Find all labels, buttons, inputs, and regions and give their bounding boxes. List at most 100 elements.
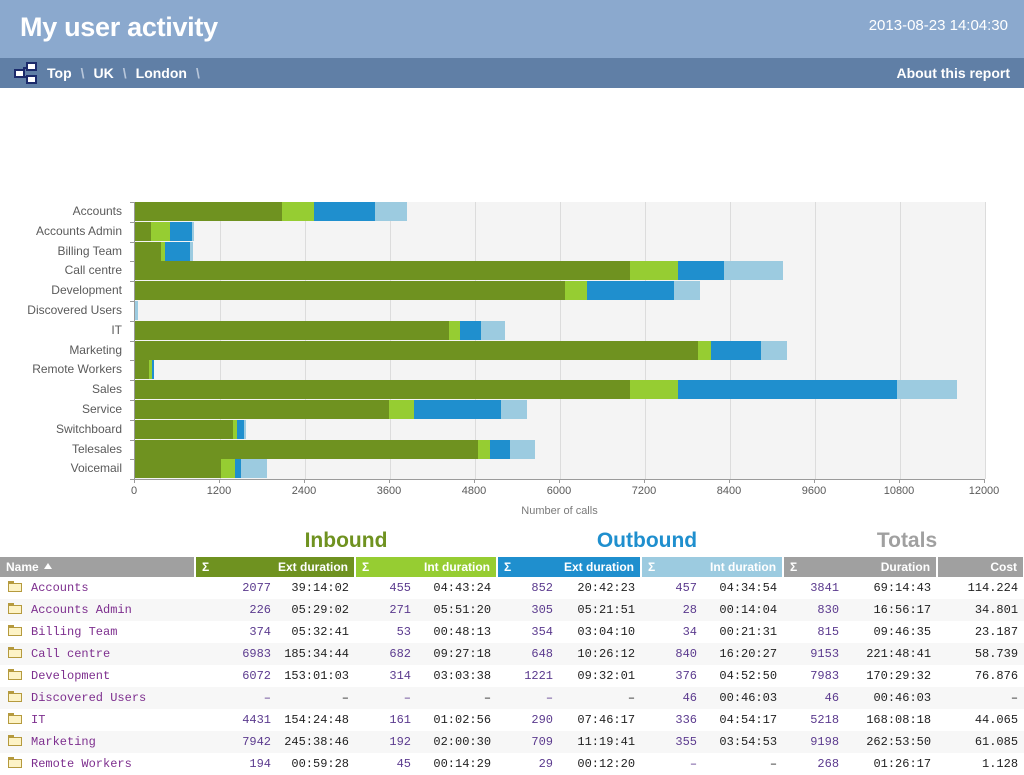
chart-category-label: Accounts (0, 202, 130, 222)
about-this-report-link[interactable]: About this report (896, 58, 1010, 88)
chart-bar-segment (282, 202, 314, 221)
sigma-icon: Σ (790, 560, 797, 574)
table-row[interactable]: Billing Team37405:32:415300:48:1335403:0… (0, 621, 1024, 643)
chart-bar (135, 459, 985, 479)
column-group-headers: InboundOutboundTotals (0, 525, 1024, 557)
chart-x-tick-label: 7200 (632, 485, 656, 497)
chart-y-tick (130, 459, 134, 460)
chart-category-label: Discovered Users (0, 301, 130, 321)
chart-category-label: Telesales (0, 440, 130, 460)
cell-outbound-ext-count: 852 (497, 577, 559, 599)
cell-inbound-ext-duration: 185:34:44 (277, 643, 355, 665)
column-header-name[interactable]: Name (0, 557, 195, 577)
cell-outbound-ext-count: 648 (497, 643, 559, 665)
chart-x-tick-label: 6000 (547, 485, 571, 497)
chart-plot-area (134, 202, 985, 479)
table-row[interactable]: IT4431154:24:4816101:02:5629007:46:17336… (0, 709, 1024, 731)
cell-outbound-int-count: 840 (641, 643, 703, 665)
row-name-cell[interactable]: Billing Team (0, 621, 195, 643)
column-header-inbound-ext-duration[interactable]: ΣExt duration (195, 557, 355, 577)
breadcrumb-item-top[interactable]: Top (44, 65, 75, 81)
folder-icon (8, 669, 22, 680)
chart-x-tick (389, 479, 390, 483)
cell-outbound-int-count: 28 (641, 599, 703, 621)
sitemap-icon[interactable] (14, 62, 38, 84)
chart-bar-segment (389, 400, 414, 419)
cell-total-cost: 23.187 (937, 621, 1024, 643)
row-name-cell[interactable]: Call centre (0, 643, 195, 665)
chart-x-tick (644, 479, 645, 483)
table-row[interactable]: Marketing7942245:38:4619202:00:3070911:1… (0, 731, 1024, 753)
cell-outbound-ext-count: 354 (497, 621, 559, 643)
chart-y-tick (130, 440, 134, 441)
chart-y-tick (130, 242, 134, 243)
cell-total-duration: 262:53:50 (845, 731, 937, 753)
column-header-label: Ext duration (564, 560, 634, 574)
cell-total-count: 46 (783, 687, 845, 709)
row-name-cell[interactable]: IT (0, 709, 195, 731)
row-name-cell[interactable]: Accounts (0, 577, 195, 599)
table-row[interactable]: Accounts Admin22605:29:0227105:51:203050… (0, 599, 1024, 621)
chart-x-tick-label: 3600 (377, 485, 401, 497)
chart-x-tick-label: 2400 (292, 485, 316, 497)
row-name-cell[interactable]: Remote Workers (0, 753, 195, 775)
table-row[interactable]: Call centre6983185:34:4468209:27:1864810… (0, 643, 1024, 665)
chart-bar-segment (135, 440, 478, 459)
column-header-totals-duration[interactable]: Σ Duration (783, 557, 937, 577)
table-row[interactable]: Accounts207739:14:0245504:43:2485220:42:… (0, 577, 1024, 599)
cell-outbound-int-count: 376 (641, 665, 703, 687)
folder-icon (8, 691, 22, 702)
chart-x-tick-label: 0 (131, 485, 137, 497)
row-name-cell[interactable]: Discovered Users (0, 687, 195, 709)
row-name-cell[interactable]: Development (0, 665, 195, 687)
cell-inbound-int-duration: 00:48:13 (417, 621, 497, 643)
chart-bar-segment (897, 380, 957, 399)
column-header-label: Cost (990, 560, 1017, 574)
column-header-outbound-ext-duration[interactable]: ΣExt duration (497, 557, 641, 577)
cell-total-duration: 00:46:03 (845, 687, 937, 709)
table-row[interactable]: Remote Workers19400:59:284500:14:292900:… (0, 753, 1024, 775)
chart-bar (135, 202, 985, 222)
column-header-label: Duration (881, 560, 930, 574)
column-header-outbound-int-duration[interactable]: ΣInt duration (641, 557, 783, 577)
cell-inbound-int-count: 455 (355, 577, 417, 599)
breadcrumb-separator: \ (196, 65, 200, 81)
cell-outbound-ext-duration: 03:04:10 (559, 621, 641, 643)
chart-category-label: Service (0, 400, 130, 420)
chart-y-tick (130, 420, 134, 421)
chart-bar-segment (135, 400, 389, 419)
cell-inbound-int-count: 161 (355, 709, 417, 731)
cell-total-cost: 114.224 (937, 577, 1024, 599)
row-name-cell[interactable]: Marketing (0, 731, 195, 753)
cell-inbound-ext-count: 374 (195, 621, 277, 643)
cell-inbound-int-count: – (355, 687, 417, 709)
chart-x-tick-label: 8400 (717, 485, 741, 497)
cell-inbound-int-duration: 00:14:29 (417, 753, 497, 775)
chart-bar-segment (481, 321, 505, 340)
cell-inbound-ext-count: 194 (195, 753, 277, 775)
cell-outbound-int-count: 336 (641, 709, 703, 731)
cell-inbound-ext-count: 6072 (195, 665, 277, 687)
breadcrumb-item-london[interactable]: London (133, 65, 190, 81)
chart-bar-segment (674, 281, 701, 300)
table-row[interactable]: Discovered Users––––––4600:46:034600:46:… (0, 687, 1024, 709)
chart-bar-segment (630, 261, 678, 280)
breadcrumb: Top \ UK \ London \ (14, 58, 200, 88)
row-name-cell[interactable]: Accounts Admin (0, 599, 195, 621)
cell-total-count: 3841 (783, 577, 845, 599)
breadcrumb-item-uk[interactable]: UK (91, 65, 117, 81)
chart-bar-segment (711, 341, 761, 360)
folder-icon (8, 713, 22, 724)
column-header-label: Int duration (424, 560, 490, 574)
cell-outbound-int-count: 46 (641, 687, 703, 709)
column-header-inbound-int-duration[interactable]: ΣInt duration (355, 557, 497, 577)
chart-y-tick (130, 321, 134, 322)
column-header-totals-cost[interactable]: Cost (937, 557, 1024, 577)
chart-x-tick (134, 479, 135, 483)
breadcrumb-separator: \ (123, 65, 127, 81)
chart-bar-segment (237, 420, 244, 439)
folder-icon (8, 603, 22, 614)
chart-bar (135, 242, 985, 262)
table-row[interactable]: Development6072153:01:0331403:03:3812210… (0, 665, 1024, 687)
cell-total-cost: 34.801 (937, 599, 1024, 621)
